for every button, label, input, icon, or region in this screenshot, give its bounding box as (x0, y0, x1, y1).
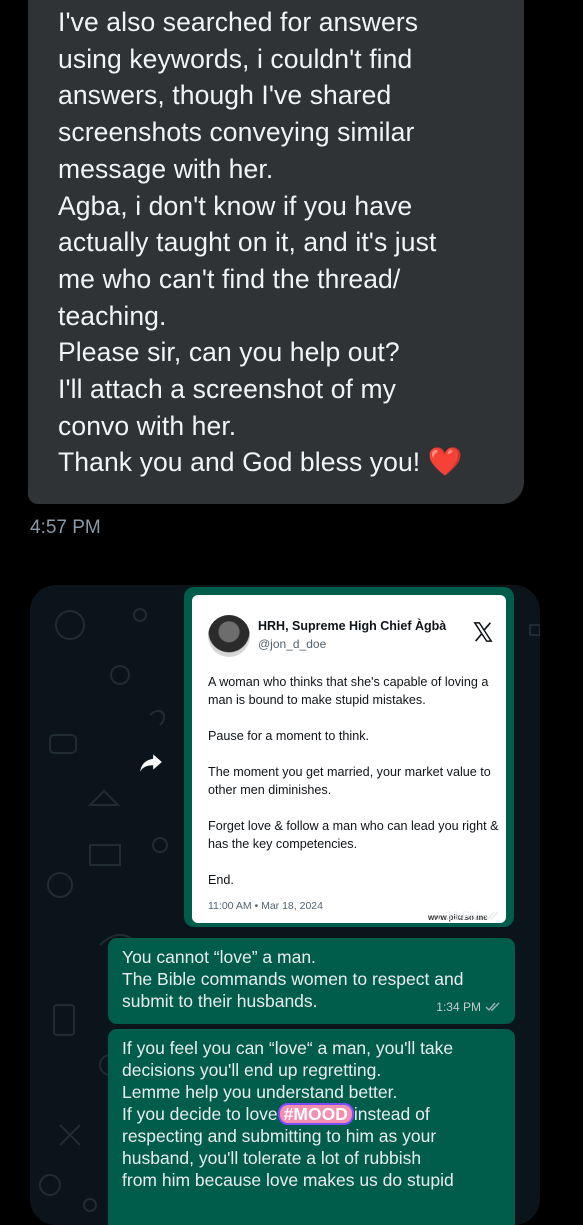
double-check-icon (484, 911, 499, 921)
mood-sticker: #MOOD (277, 1103, 354, 1125)
image-message[interactable]: HRH, Supreme High Chief Àgbà @jon_d_doe … (184, 587, 514, 927)
dm-line: convo with her. (58, 410, 237, 441)
tweet-paragraph: The moment you get married, your market … (208, 765, 491, 797)
message-text: If you decide to love (122, 1104, 278, 1124)
tweet-paragraph: Forget love & follow a man who can lead … (208, 819, 499, 851)
dm-line: Thank you and God bless you! ❤️ (58, 444, 518, 481)
message-line: Lemme help you understand better. (122, 1082, 398, 1102)
tweet-date: 11:00 AM • Mar 18, 2024 (208, 900, 323, 912)
dm-message-bubble[interactable]: I've also searched for answers using key… (28, 0, 524, 504)
dm-line: teaching. (58, 300, 167, 331)
dm-line: message with her. (58, 153, 274, 184)
dm-line: actually taught on it, and it's just (58, 227, 437, 258)
forward-icon[interactable] (138, 749, 164, 775)
message-time: 1:33 PM (435, 909, 480, 923)
dm-line: Please sir, can you help out? (58, 337, 400, 368)
dm-line: I've also searched for answers (58, 7, 419, 37)
double-check-icon (485, 1002, 500, 1012)
chat-message[interactable]: You cannot “love” a man. The Bible comma… (108, 938, 515, 1024)
message-line: If you decide to love #MOOD instead of (122, 1103, 501, 1125)
message-line: If you feel you can “love“ a man, you'll… (122, 1038, 454, 1058)
dm-line: screenshots conveying similar (58, 117, 415, 148)
message-timestamp: 1:34 PM (436, 996, 501, 1018)
whatsapp-screenshot[interactable]: HRH, Supreme High Chief Àgbà @jon_d_doe … (30, 585, 540, 1225)
tweet-paragraph: A woman who thinks that she's capable of… (208, 675, 489, 707)
avatar (208, 615, 250, 657)
dm-line-text: Thank you and God bless you! (58, 447, 421, 478)
message-timestamp: 1:33 PM (435, 909, 500, 923)
tweet-paragraph: End. (208, 873, 234, 887)
tweet-screenshot: HRH, Supreme High Chief Àgbà @jon_d_doe … (192, 595, 506, 923)
dm-line: me who can't find the thread/ (58, 263, 401, 294)
heart-icon: ❤️ (427, 446, 463, 478)
message-line: The Bible commands women to respect and (122, 969, 464, 989)
dm-timestamp: 4:57 PM (30, 517, 101, 538)
message-line: decisions you'll end up regretting. (122, 1060, 382, 1080)
dm-line: Agba, i don't know if you have (58, 190, 413, 221)
message-line: You cannot “love” a man. (122, 947, 316, 967)
message-line: from him because love makes us do stupid (122, 1170, 454, 1190)
tweet-author-handle: @jon_d_doe (258, 637, 327, 651)
tweet-author-name: HRH, Supreme High Chief Àgbà (258, 619, 447, 633)
chat-message[interactable]: If you feel you can “love“ a man, you'll… (108, 1029, 515, 1225)
tweet-paragraph: Pause for a moment to think. (208, 729, 370, 743)
message-time: 1:34 PM (436, 1000, 481, 1014)
message-text: instead of (353, 1104, 430, 1124)
message-line: husband, you'll tolerate a lot of rubbis… (122, 1148, 422, 1168)
dm-line: I'll attach a screenshot of my (58, 374, 396, 405)
x-logo-icon (473, 622, 493, 642)
dm-message-text: I've also searched for answers using key… (58, 4, 518, 481)
dm-line: using keywords, i couldn't find (58, 43, 413, 74)
tweet-body: A woman who thinks that she's capable of… (208, 673, 500, 907)
dm-line: answers, though I've shared (58, 80, 392, 111)
message-line: respecting and submitting to him as your (122, 1126, 437, 1146)
